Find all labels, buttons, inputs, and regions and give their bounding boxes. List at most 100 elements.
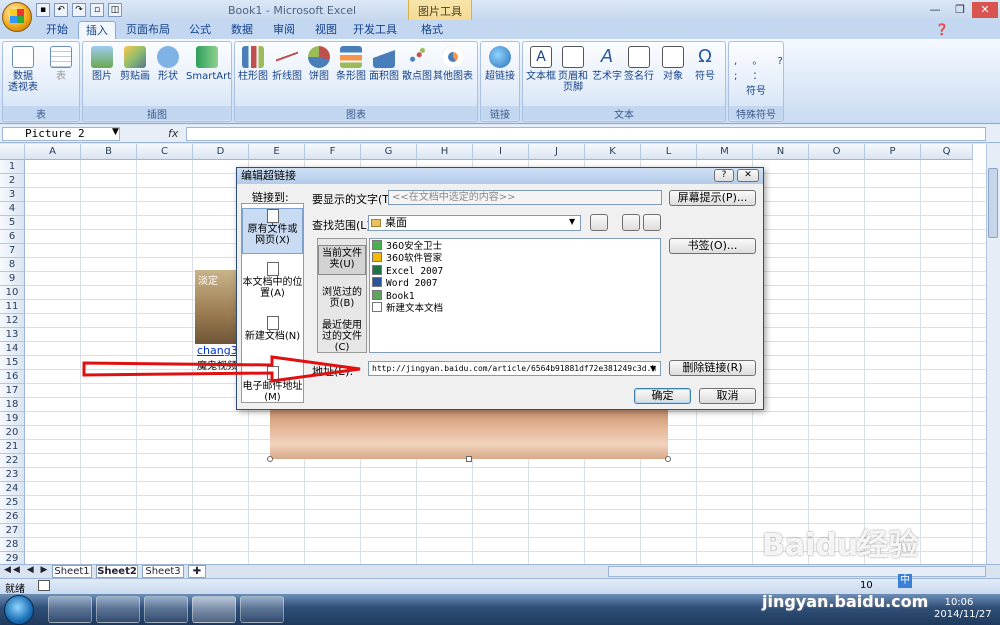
bookmark-button[interactable]: 书签(O)... [669, 238, 756, 254]
look-in-select[interactable]: 桌面 [368, 215, 581, 231]
row-header[interactable]: 11 [0, 300, 25, 314]
vertical-scroll-thumb[interactable] [988, 168, 998, 238]
area-chart-button[interactable]: 面积图 [367, 46, 401, 82]
symbol-omega-button[interactable]: Ω 符号 [688, 46, 722, 82]
print-preview-icon[interactable]: ◫ [108, 3, 122, 17]
column-header[interactable]: C [137, 144, 193, 160]
row-header[interactable]: 27 [0, 524, 25, 538]
dialog-close-button[interactable]: ✕ [737, 169, 759, 182]
tab-data[interactable]: 数据 [222, 21, 262, 39]
resize-handle-b[interactable] [466, 456, 472, 462]
look-in-dropdown-icon[interactable]: ▼ [569, 217, 575, 226]
row-header[interactable]: 24 [0, 482, 25, 496]
signature-line-button[interactable]: 签名行 [622, 46, 656, 82]
row-header[interactable]: 20 [0, 426, 25, 440]
file-item[interactable]: 360安全卫士 [372, 240, 442, 252]
row-header[interactable]: 13 [0, 328, 25, 342]
screen-tip-button[interactable]: 屏幕提示(P)... [669, 190, 756, 206]
row-header[interactable]: 25 [0, 496, 25, 510]
tab-home[interactable]: 开始 [38, 21, 76, 39]
special-symbols-grid[interactable]: , 。 ?; ： [734, 52, 789, 82]
file-item[interactable]: Word 2007 [372, 277, 437, 289]
row-header[interactable]: 4 [0, 202, 25, 216]
save-icon[interactable]: ▪ [36, 3, 50, 17]
symbols-dropdown[interactable]: 符号 [746, 82, 766, 97]
app-taskbar-icon[interactable] [96, 596, 140, 623]
row-header[interactable]: 23 [0, 468, 25, 482]
row-header[interactable]: 26 [0, 510, 25, 524]
file-item[interactable]: Book1 [372, 290, 415, 302]
column-header[interactable]: Q [921, 144, 973, 160]
maximize-button[interactable]: ❐ [947, 2, 973, 18]
row-header[interactable]: 21 [0, 440, 25, 454]
macro-record-icon[interactable] [38, 580, 50, 591]
clipart-button[interactable]: 剪贴画 [118, 46, 152, 82]
picture-button[interactable]: 图片 [85, 46, 119, 82]
column-header[interactable]: B [81, 144, 137, 160]
tab-formulas[interactable]: 公式 [180, 21, 220, 39]
row-header[interactable]: 17 [0, 384, 25, 398]
line-chart-button[interactable]: 折线图 [270, 46, 304, 82]
insert-function-icon[interactable]: fx [168, 127, 178, 140]
browse-file-button[interactable] [643, 214, 661, 231]
column-header[interactable]: K [585, 144, 641, 160]
row-header[interactable]: 1 [0, 160, 25, 174]
column-chart-button[interactable]: 柱形图 [236, 46, 270, 82]
column-header[interactable]: I [473, 144, 529, 160]
sheet-tab-sheet3[interactable]: Sheet3 [142, 565, 184, 578]
row-header[interactable]: 7 [0, 244, 25, 258]
column-header[interactable]: G [361, 144, 417, 160]
smartart-button[interactable]: SmartArt [186, 46, 231, 82]
scatter-chart-button[interactable]: 散点图 [400, 46, 434, 82]
tab-format[interactable]: 格式 [412, 21, 452, 39]
row-header[interactable]: 15 [0, 356, 25, 370]
column-header[interactable]: E [249, 144, 305, 160]
shapes-button[interactable]: 形状 [151, 46, 185, 82]
address-input[interactable]: http://jingyan.baidu.com/article/6564b91… [368, 361, 661, 376]
column-header[interactable]: P [865, 144, 921, 160]
row-header[interactable]: 9 [0, 272, 25, 286]
wordart-button[interactable]: A 艺术字 [590, 46, 624, 82]
explorer-taskbar-icon[interactable] [144, 596, 188, 623]
formula-input[interactable] [186, 127, 986, 141]
resize-handle-bl[interactable] [267, 456, 273, 462]
column-header[interactable]: A [25, 144, 81, 160]
tab-review[interactable]: 审阅 [264, 21, 304, 39]
column-header[interactable]: F [305, 144, 361, 160]
undo-icon[interactable]: ↶ [54, 3, 68, 17]
link-new-doc[interactable]: 新建文档(N) [242, 316, 303, 342]
row-header[interactable]: 19 [0, 412, 25, 426]
paint-taskbar-icon[interactable] [240, 596, 284, 623]
row-header[interactable]: 5 [0, 216, 25, 230]
header-footer-button[interactable]: 页眉和 页脚 [556, 46, 590, 93]
browsed-pages-tab[interactable]: 浏览过的页(B) [318, 287, 366, 309]
recent-files-tab[interactable]: 最近使用过的文件(C) [318, 320, 366, 353]
dialog-help-button[interactable]: ? [714, 169, 734, 182]
insert-sheet-icon[interactable]: ✚ [188, 565, 206, 578]
row-header[interactable]: 6 [0, 230, 25, 244]
column-header[interactable]: L [641, 144, 697, 160]
resize-handle-br[interactable] [665, 456, 671, 462]
address-dropdown-icon[interactable]: ▼ [650, 364, 656, 373]
other-charts-button[interactable]: 其他图表 [432, 46, 474, 82]
help-icon[interactable]: ❓ [935, 23, 949, 36]
column-header[interactable]: J [529, 144, 585, 160]
row-header[interactable]: 2 [0, 174, 25, 188]
textbox-button[interactable]: A 文本框 [524, 46, 558, 82]
column-header[interactable]: H [417, 144, 473, 160]
pivot-table-button[interactable]: 数据 透视表 [6, 46, 40, 93]
current-folder-tab[interactable]: 当前文件夹(U) [318, 245, 366, 275]
sheet-tab-sheet2[interactable]: Sheet2 [96, 565, 138, 578]
select-all-corner[interactable] [0, 144, 25, 160]
remove-link-button[interactable]: 删除链接(R) [669, 360, 756, 376]
row-header[interactable]: 18 [0, 398, 25, 412]
office-button[interactable] [2, 2, 32, 32]
row-header[interactable]: 14 [0, 342, 25, 356]
minimize-button[interactable]: — [922, 2, 948, 18]
pie-chart-button[interactable]: 饼图 [302, 46, 336, 82]
tab-view[interactable]: 视图 [306, 21, 346, 39]
file-item[interactable]: Excel 2007 [372, 265, 443, 277]
column-header[interactable]: D [193, 144, 249, 160]
link-place-in-doc[interactable]: 本文档中的位置(A) [242, 262, 303, 299]
row-header[interactable]: 3 [0, 188, 25, 202]
